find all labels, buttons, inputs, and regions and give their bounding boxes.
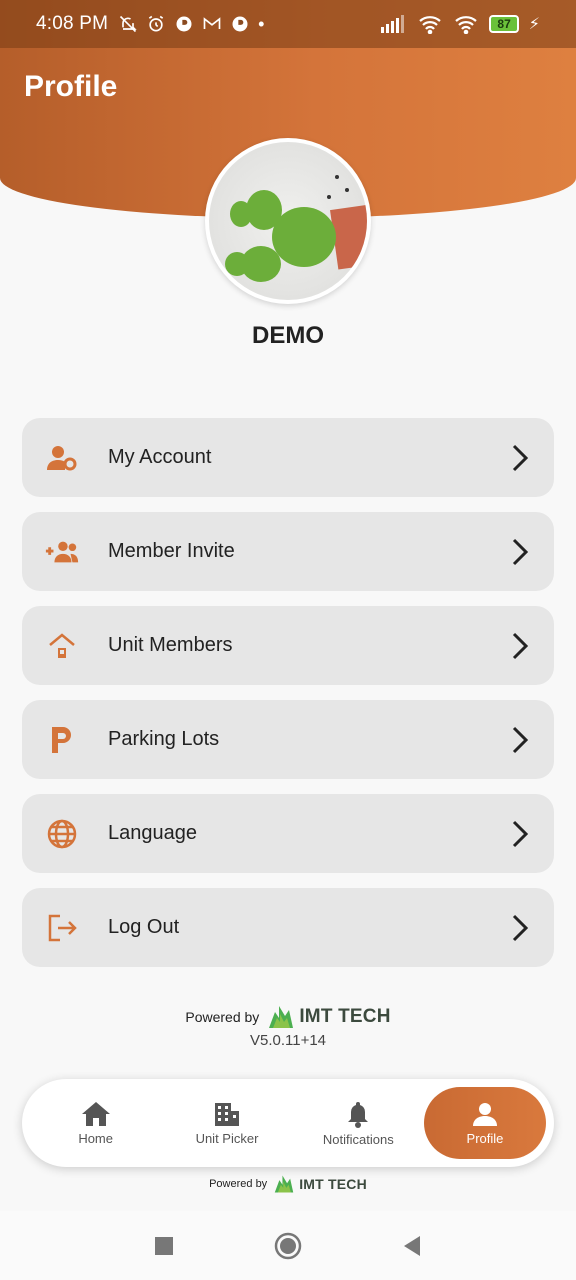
avatar-image-icon <box>225 170 367 282</box>
bottom-navigation: Home Unit Picker Notifications Profile <box>22 1079 554 1167</box>
menu-label: My Account <box>108 446 212 468</box>
menu-label: Member Invite <box>108 540 235 562</box>
powered-by-footer: Powered by IMT TECH V5.0.11+14 <box>0 1004 576 1049</box>
chevron-right-icon <box>512 632 529 659</box>
brand-name: IMT TECH <box>299 1176 367 1192</box>
brand-name: IMT TECH <box>299 1006 391 1027</box>
nav-unit-picker[interactable]: Unit Picker <box>161 1087 292 1159</box>
recents-icon[interactable] <box>154 1236 174 1256</box>
charging-icon: ⚡ <box>528 16 540 33</box>
menu-item-log-out[interactable]: Log Out <box>22 888 554 967</box>
app-icon <box>232 16 248 32</box>
bell-icon <box>348 1101 369 1128</box>
status-bar: 4:08 PM • 87 ⚡ <box>0 0 576 48</box>
menu-label: Parking Lots <box>108 728 220 750</box>
avatar[interactable] <box>205 138 371 304</box>
menu-item-member-invite[interactable]: Member Invite <box>22 512 554 591</box>
page-title: Profile <box>24 70 118 103</box>
status-time: 4:08 PM <box>36 13 109 34</box>
dot-icon: • <box>258 13 265 34</box>
chevron-right-icon <box>512 444 529 471</box>
nav-label: Notifications <box>322 1131 394 1147</box>
chevron-right-icon <box>512 726 529 753</box>
account-settings-icon <box>44 440 80 476</box>
person-icon <box>472 1102 497 1126</box>
buildings-logo-icon <box>274 1175 294 1193</box>
wifi-icon <box>455 16 478 34</box>
powered-by-text: Powered by <box>185 1009 260 1025</box>
nav-label: Unit Picker <box>195 1130 259 1146</box>
gmail-icon <box>203 17 221 29</box>
menu-label: Language <box>108 822 197 844</box>
powered-by-small: Powered by IMT TECH <box>0 1174 576 1194</box>
back-icon[interactable] <box>402 1235 422 1257</box>
wifi-icon <box>419 16 442 34</box>
chevron-right-icon <box>512 914 529 941</box>
signal-icon <box>381 15 405 33</box>
parking-icon <box>44 722 80 758</box>
building-icon <box>214 1102 239 1126</box>
imt-tech-logo: IMT TECH <box>273 1174 367 1194</box>
chevron-right-icon <box>512 538 529 565</box>
home-button-icon[interactable] <box>274 1232 302 1260</box>
nav-label: Profile <box>466 1130 504 1146</box>
add-members-icon <box>44 534 80 570</box>
alarm-icon <box>149 15 164 32</box>
battery-level: 87 <box>489 15 519 33</box>
menu-label: Log Out <box>108 916 180 938</box>
home-icon <box>81 1101 110 1126</box>
menu-item-unit-members[interactable]: Unit Members <box>22 606 554 685</box>
menu-item-my-account[interactable]: My Account <box>22 418 554 497</box>
menu-label: Unit Members <box>108 634 233 656</box>
buildings-logo-icon <box>269 1006 294 1028</box>
globe-icon <box>44 816 80 852</box>
nav-label: Home <box>78 1130 113 1146</box>
chevron-right-icon <box>512 820 529 847</box>
notification-icons: • <box>118 14 264 35</box>
system-navigation-bar <box>0 1211 576 1280</box>
profile-menu: My Account Member Invite Unit Members Pa… <box>22 418 554 982</box>
muted-bell-icon <box>120 15 137 33</box>
app-version: V5.0.11+14 <box>249 1032 327 1049</box>
nav-profile[interactable]: Profile <box>423 1087 546 1159</box>
powered-by-text: Powered by <box>209 1178 268 1190</box>
nav-home[interactable]: Home <box>30 1087 161 1159</box>
menu-item-parking-lots[interactable]: Parking Lots <box>22 700 554 779</box>
home-icon <box>44 628 80 664</box>
menu-item-language[interactable]: Language <box>22 794 554 873</box>
app-icon <box>176 16 192 32</box>
nav-notifications[interactable]: Notifications <box>293 1087 424 1159</box>
logout-icon <box>44 910 80 946</box>
profile-username: DEMO <box>252 322 324 349</box>
imt-tech-logo: IMT TECH <box>267 1004 390 1030</box>
